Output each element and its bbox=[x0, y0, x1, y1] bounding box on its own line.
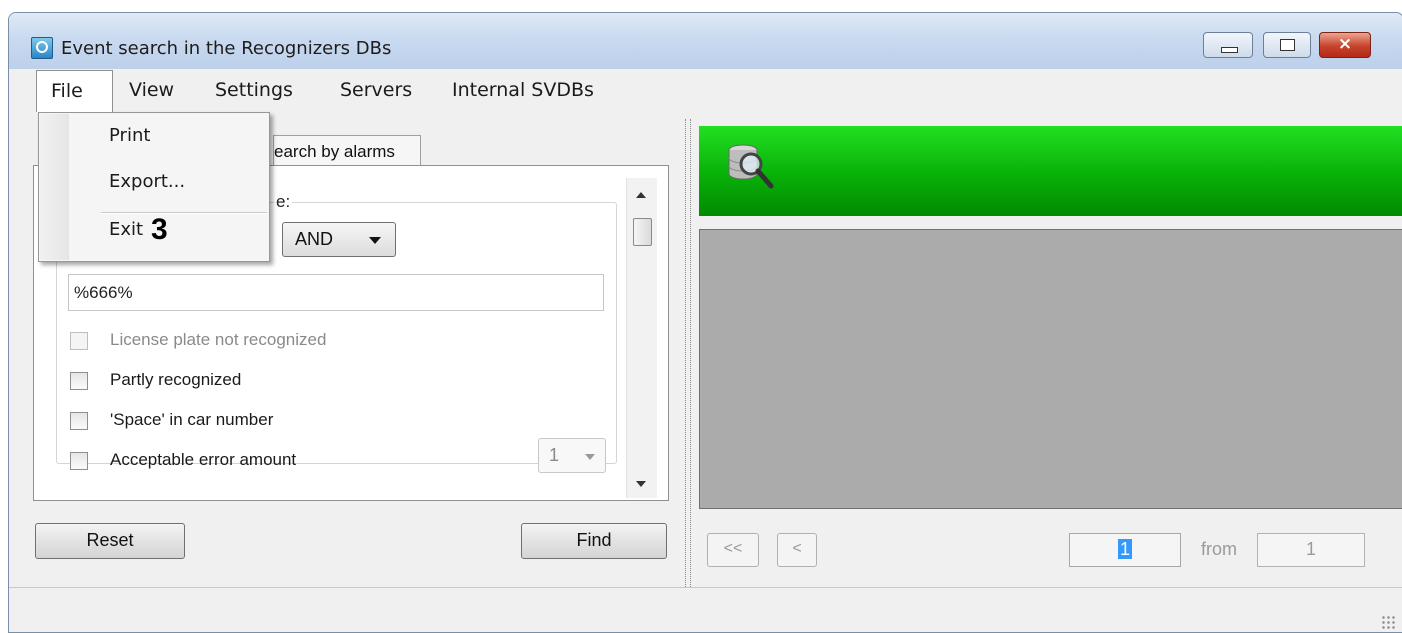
checkbox[interactable] bbox=[70, 332, 88, 350]
first-page-button[interactable]: << bbox=[707, 533, 759, 567]
menu-separator bbox=[101, 212, 267, 214]
checkbox-label: Acceptable error amount bbox=[110, 450, 297, 469]
reset-button[interactable]: Reset bbox=[35, 523, 185, 559]
current-page-value: 1 bbox=[1117, 539, 1132, 559]
menu-internal-svdbs[interactable]: Internal SVDBs bbox=[452, 79, 594, 101]
checkbox-label: Partly recognized bbox=[110, 370, 242, 389]
checkbox[interactable] bbox=[70, 412, 88, 430]
main-window: Event search in the Recognizers DBs × 1 … bbox=[8, 12, 1402, 633]
menu-file[interactable]: File bbox=[36, 70, 113, 112]
scroll-down-icon[interactable] bbox=[636, 481, 646, 487]
resize-grip-icon[interactable] bbox=[1381, 615, 1395, 629]
database-search-icon bbox=[728, 144, 774, 189]
results-panel: << < 1 from 1 bbox=[689, 111, 1402, 595]
error-amount-select[interactable]: 1 bbox=[538, 438, 606, 473]
total-pages-field: 1 bbox=[1257, 533, 1365, 567]
checkbox[interactable] bbox=[70, 452, 88, 470]
results-banner bbox=[699, 126, 1402, 216]
checkbox-label: 'Space' in car number bbox=[110, 410, 274, 429]
minimize-button[interactable] bbox=[1203, 32, 1253, 58]
menu-servers[interactable]: Servers bbox=[340, 79, 412, 101]
menu-gutter bbox=[40, 114, 69, 260]
window-title: Event search in the Recognizers DBs bbox=[61, 38, 392, 59]
operator-select[interactable]: AND bbox=[282, 222, 396, 257]
file-menu-dropdown: Print Export... Exit 3 bbox=[38, 112, 270, 262]
chevron-down-icon bbox=[585, 454, 595, 460]
menu-view[interactable]: View bbox=[129, 79, 174, 101]
annotation-3: 3 bbox=[151, 213, 168, 246]
operator-select-value: AND bbox=[295, 229, 334, 249]
close-button[interactable]: × bbox=[1319, 32, 1371, 58]
from-label: from bbox=[1201, 539, 1237, 559]
results-view bbox=[699, 229, 1402, 509]
title-bar: Event search in the Recognizers DBs × bbox=[9, 13, 1402, 69]
app-search-icon bbox=[31, 37, 53, 59]
vertical-scrollbar[interactable] bbox=[626, 178, 657, 498]
group-caption: e: bbox=[274, 192, 293, 212]
menu-item-exit[interactable]: Exit bbox=[109, 219, 143, 240]
status-bar bbox=[9, 587, 1402, 632]
close-icon: × bbox=[1337, 34, 1353, 54]
menu-item-print[interactable]: Print bbox=[109, 125, 150, 146]
maximize-icon bbox=[1280, 39, 1295, 51]
chevron-down-icon bbox=[369, 237, 381, 244]
error-amount-value: 1 bbox=[549, 445, 560, 465]
maximize-button[interactable] bbox=[1263, 32, 1311, 58]
prev-page-button[interactable]: < bbox=[777, 533, 817, 567]
find-button[interactable]: Find bbox=[521, 523, 667, 559]
scroll-up-icon[interactable] bbox=[636, 192, 646, 198]
scroll-thumb[interactable] bbox=[633, 218, 652, 246]
tab-search-by-alarms[interactable]: earch by alarms bbox=[273, 135, 421, 166]
menu-settings[interactable]: Settings bbox=[215, 79, 293, 101]
car-number-input[interactable]: %666% bbox=[68, 274, 604, 311]
minimize-icon bbox=[1221, 47, 1238, 53]
current-page-input[interactable]: 1 bbox=[1069, 533, 1181, 567]
checkbox[interactable] bbox=[70, 372, 88, 390]
menu-bar: File View Settings Servers Internal SVDB… bbox=[9, 69, 1402, 112]
menu-item-export[interactable]: Export... bbox=[109, 171, 185, 192]
checkbox-label: License plate not recognized bbox=[110, 330, 327, 349]
